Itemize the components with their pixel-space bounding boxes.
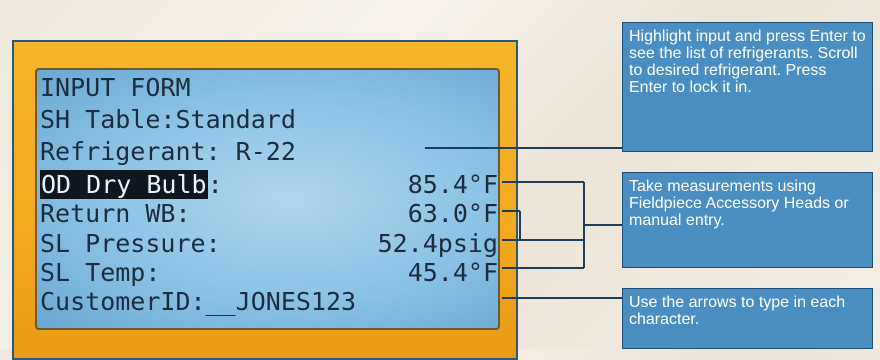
callout-measurements: Take measurements using Fieldpiece Acces…: [622, 172, 873, 268]
callout-select-refrigerant: Highlight input and press Enter to see t…: [622, 22, 873, 152]
callout-arrows: Use the arrows to type in each character…: [622, 288, 873, 349]
